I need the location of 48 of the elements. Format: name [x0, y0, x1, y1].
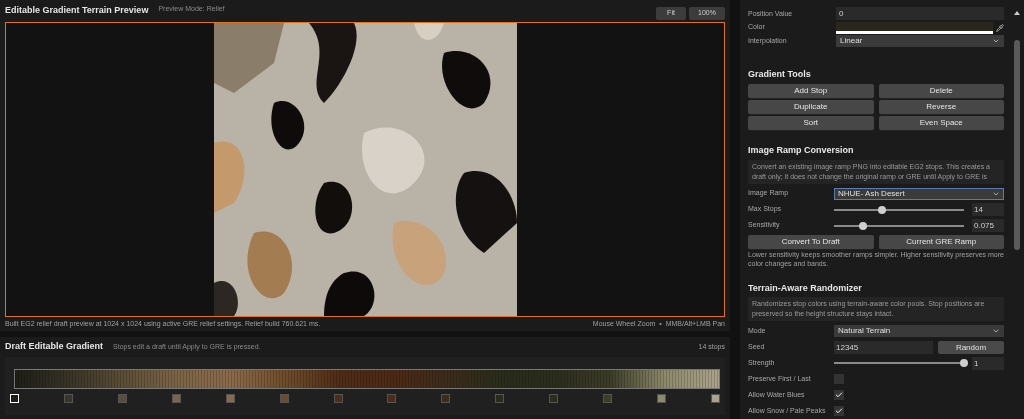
color-stop[interactable]	[279, 394, 289, 403]
value-field[interactable]: 0.075	[972, 219, 1004, 232]
color-stop[interactable]	[711, 394, 720, 403]
tool-button[interactable]: Even Space	[878, 116, 1004, 130]
section-title: Image Ramp Conversion	[748, 144, 855, 157]
seed-field[interactable]: 12345	[834, 340, 933, 354]
dropdown[interactable]: Linear	[836, 35, 1004, 48]
color-stop[interactable]	[117, 394, 127, 403]
value-field[interactable]: 14	[972, 203, 1004, 216]
checkbox[interactable]	[834, 374, 844, 384]
position-field[interactable]: 0	[836, 7, 1004, 21]
color-stop[interactable]	[333, 394, 343, 403]
tool-button[interactable]: Delete	[878, 84, 1004, 98]
color-stop[interactable]	[171, 394, 181, 403]
slider-thumb[interactable]	[878, 205, 887, 214]
tool-button[interactable]: Duplicate	[748, 100, 874, 114]
value-field[interactable]: 1	[972, 356, 1004, 370]
dropdown[interactable]: NHUE- Ash Desert	[834, 187, 1004, 200]
checkbox[interactable]	[834, 406, 844, 416]
slider-track[interactable]	[834, 208, 964, 211]
color-stop[interactable]	[63, 394, 73, 403]
checkbox[interactable]	[834, 390, 844, 400]
color-stop[interactable]	[495, 394, 505, 403]
color-stop[interactable]	[387, 394, 397, 403]
slider-thumb[interactable]	[858, 221, 867, 230]
slider-track[interactable]	[834, 224, 964, 227]
section-title: Gradient Tools	[748, 67, 812, 81]
tool-button[interactable]: Convert To Draft	[748, 234, 874, 249]
tool-button[interactable]: Add Stop	[748, 84, 874, 98]
draft-title: Draft Editable Gradient	[5, 340, 103, 354]
random-button[interactable]: Random	[938, 340, 1004, 354]
preview-title: Editable Gradient Terrain Preview	[5, 4, 149, 18]
color-swatch[interactable]	[836, 21, 993, 34]
section-title: Terrain-Aware Randomizer	[748, 281, 863, 295]
color-stop[interactable]	[225, 394, 235, 403]
preview-viewport[interactable]	[5, 22, 725, 317]
color-stop[interactable]	[441, 394, 451, 403]
tool-button[interactable]: Sort	[748, 116, 874, 130]
slider-thumb[interactable]	[960, 359, 968, 367]
chevron-down-icon	[992, 327, 1000, 335]
color-stop[interactable]	[603, 394, 613, 403]
dropdown[interactable]: Natural Terrain	[834, 325, 1004, 337]
color-stop[interactable]	[657, 394, 667, 403]
gradient-bar[interactable]	[14, 369, 720, 389]
color-stop[interactable]	[549, 394, 559, 403]
tool-button[interactable]: Reverse	[878, 100, 1004, 114]
tool-button[interactable]: Current GRE Ramp	[878, 234, 1004, 249]
eyedropper-icon[interactable]	[996, 23, 1004, 32]
